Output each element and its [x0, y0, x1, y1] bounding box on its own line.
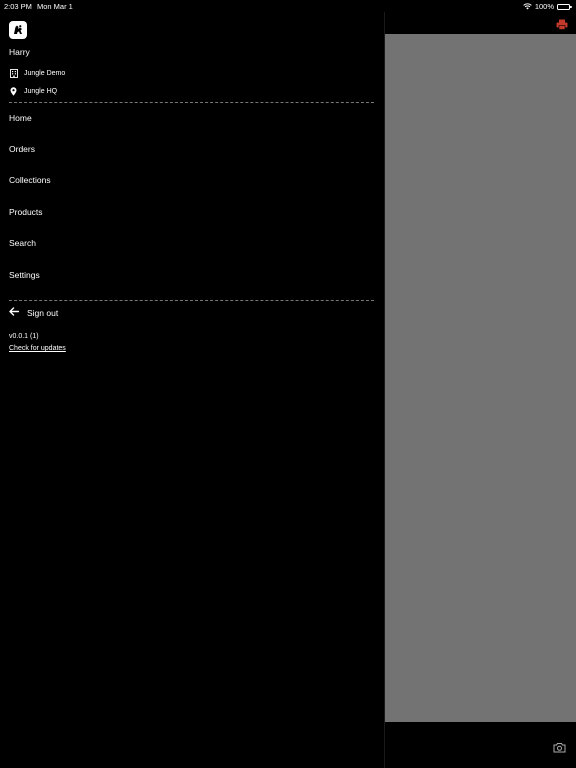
app-logo-icon [9, 21, 27, 39]
status-bar: 2:03 PM Mon Mar 1 100% [0, 0, 576, 12]
status-date: Mon Mar 1 [37, 2, 73, 11]
user-name: Harry [9, 47, 30, 57]
battery-percentage: 100% [534, 2, 554, 11]
location-name: Jungle HQ [24, 88, 58, 95]
arrow-left-icon [9, 307, 20, 318]
nav-item-collections[interactable]: Collections [9, 170, 374, 190]
content-placeholder [385, 34, 576, 722]
sign-out-button[interactable]: Sign out [9, 307, 58, 318]
camera-icon[interactable] [553, 740, 566, 753]
nav-item-orders[interactable]: Orders [9, 139, 374, 159]
status-time: 2:03 PM [4, 2, 32, 11]
main-content-pane [384, 12, 576, 768]
divider-top [9, 102, 374, 103]
battery-icon [557, 3, 572, 10]
check-for-updates-link[interactable]: Check for updates [9, 345, 66, 352]
organization-row: Jungle Demo [9, 69, 65, 78]
location-pin-icon [9, 87, 18, 96]
nav-item-search[interactable]: Search [9, 233, 374, 253]
status-indicators: 100% [523, 2, 572, 11]
app-version: v0.0.1 (1) [9, 333, 39, 340]
printer-icon[interactable] [556, 17, 568, 30]
screen: 2:03 PM Mon Mar 1 100% Harry Jungle Demo… [0, 0, 576, 768]
nav-item-products[interactable]: Products [9, 202, 374, 222]
navigation-drawer: Harry Jungle Demo Jungle HQ Home Orders … [0, 12, 384, 768]
nav-item-settings[interactable]: Settings [9, 265, 374, 285]
wifi-icon [523, 3, 532, 10]
nav-item-home[interactable]: Home [9, 108, 374, 128]
organization-name: Jungle Demo [24, 70, 66, 77]
building-icon [9, 69, 18, 78]
divider-bottom [9, 300, 374, 301]
sign-out-label: Sign out [27, 307, 59, 318]
location-row: Jungle HQ [9, 87, 57, 96]
